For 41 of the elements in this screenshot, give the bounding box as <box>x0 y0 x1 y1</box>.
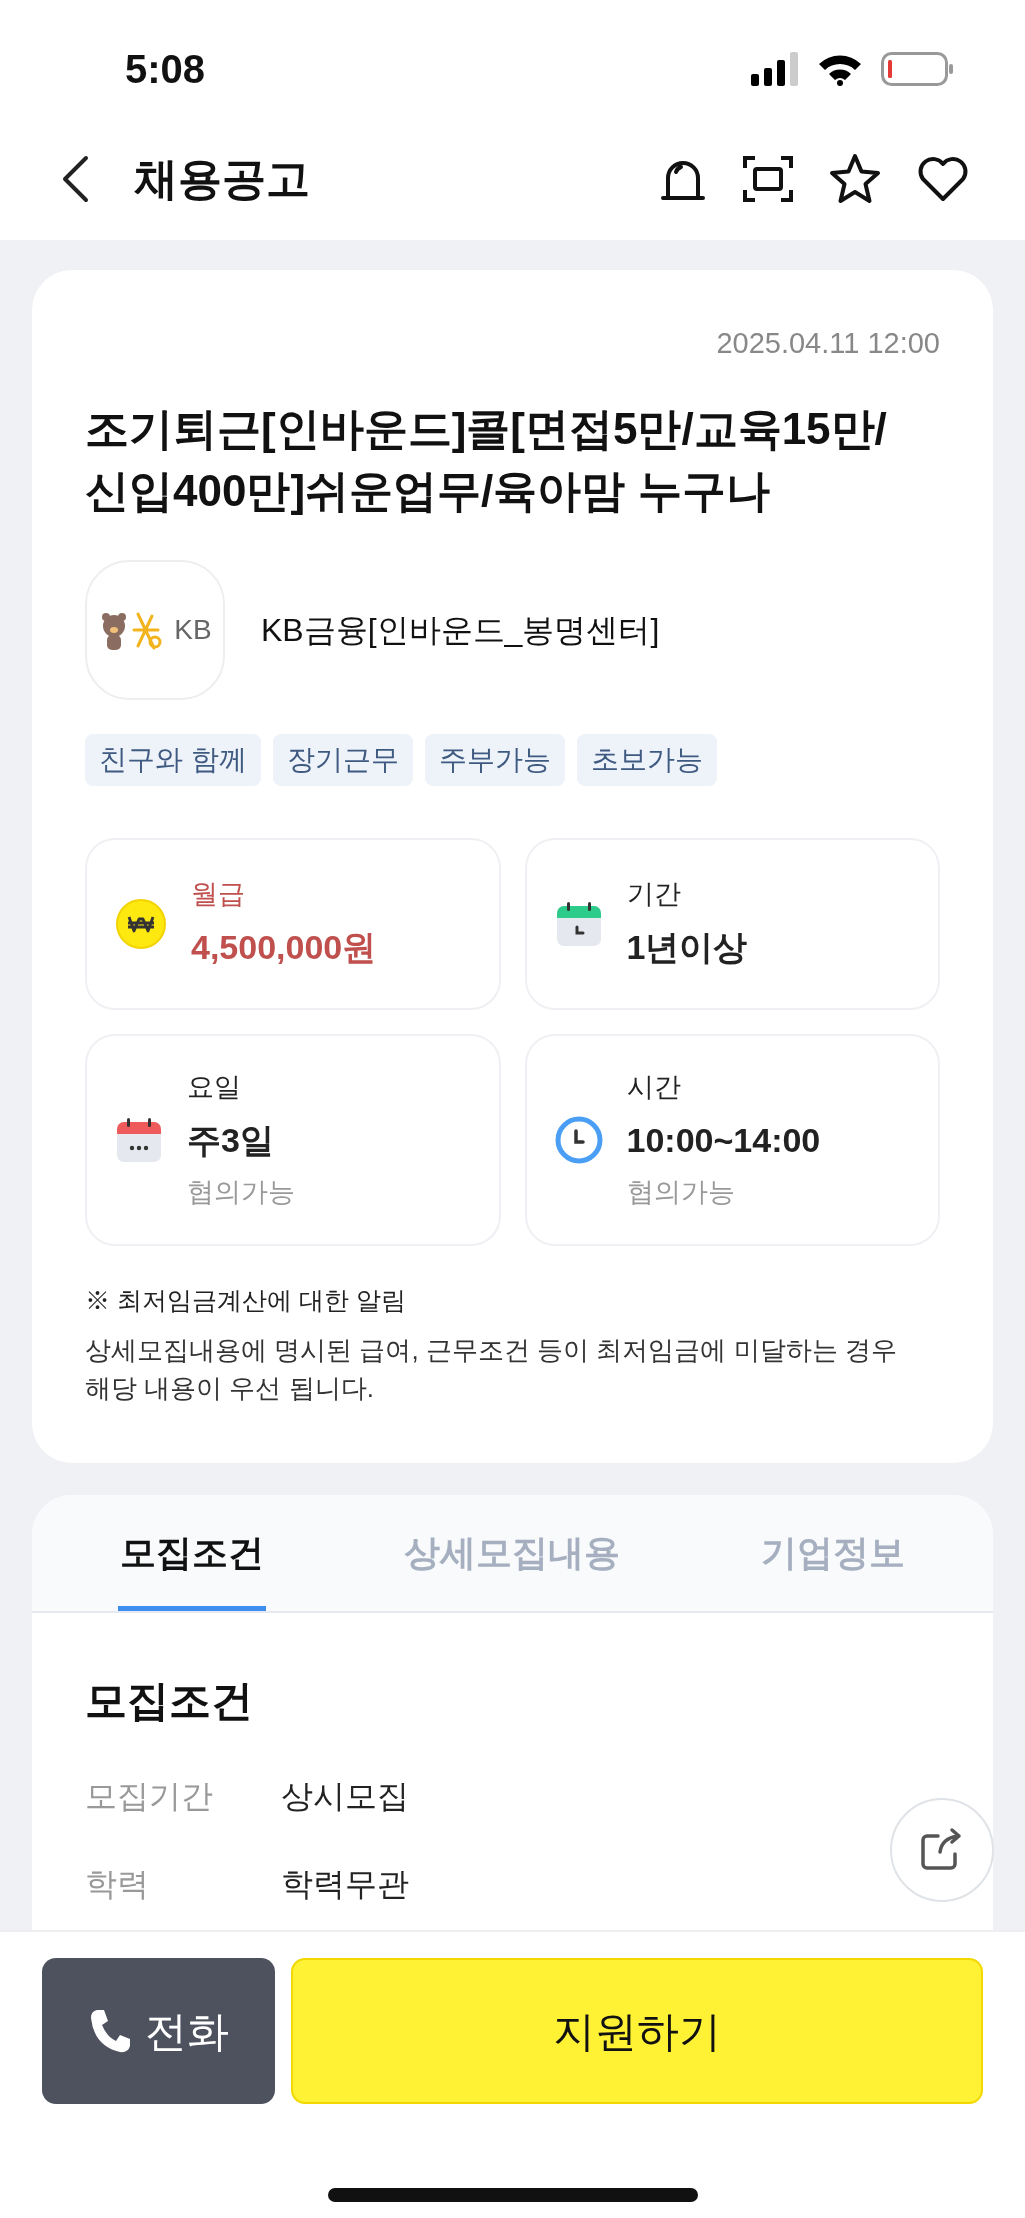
row-label: 학력 <box>85 1865 150 1904</box>
info-value: 주3일 <box>187 1120 275 1161</box>
phone-icon <box>88 2008 131 2054</box>
star-icon[interactable] <box>828 153 882 205</box>
row-value: 상시모집 <box>281 1777 409 1816</box>
post-date: 2025.04.11 12:00 <box>716 326 940 361</box>
notice-text: 상세모집내용에 명시된 급여, 근무조건 등이 최저임금에 미달하는 경우 해당 내용이 우선 됩니다. <box>85 1334 898 1405</box>
tag: 장기근무 <box>272 733 413 786</box>
section-heading: 모집조건 <box>85 1676 254 1726</box>
signal-icon <box>751 52 799 86</box>
info-value: 1년이상 <box>626 927 748 969</box>
company-name: KB금융[인바운드_봉명센터] <box>261 610 660 650</box>
job-title: 조기퇴근[인바운드]콜[면접5만/교육15만/신입400만]쉬운업무/육아맘 누구나 <box>85 402 888 517</box>
info-note: 협의가능 <box>187 1176 295 1209</box>
info-label: 월급 <box>191 877 246 911</box>
tag: 친구와 함께 <box>85 733 261 786</box>
clock-icon <box>554 1115 603 1164</box>
page-title: 채용공고 <box>134 153 310 205</box>
row-value: 학력무관 <box>281 1865 409 1904</box>
calendar-clock-icon <box>554 899 603 948</box>
logo-text: KB <box>174 612 212 647</box>
won-coin-icon <box>115 897 167 950</box>
info-label: 시간 <box>626 1070 682 1104</box>
notice-title: ※ 최저임금계산에 대한 알림 <box>85 1284 407 1316</box>
wifi-icon <box>817 52 863 86</box>
heart-icon[interactable] <box>916 155 970 203</box>
tag: 주부가능 <box>424 733 565 786</box>
call-button[interactable]: 전화 <box>42 1958 275 2104</box>
info-value: 10:00~14:00 <box>626 1120 821 1161</box>
status-time: 5:08 <box>125 46 206 93</box>
tab[interactable]: 모집조건 <box>118 1495 267 1611</box>
tag: 초보가능 <box>576 733 717 786</box>
row-label: 모집기간 <box>85 1777 214 1816</box>
info-note: 협의가능 <box>626 1176 736 1209</box>
apply-button[interactable]: 지원하기 <box>291 1958 983 2104</box>
calendar-icon <box>115 1115 163 1164</box>
info-label: 기간 <box>626 877 682 911</box>
info-value: 4,500,000원 <box>191 927 377 969</box>
battery-icon <box>881 52 955 86</box>
info-label: 요일 <box>187 1070 242 1104</box>
scan-frame-icon[interactable] <box>742 154 794 204</box>
